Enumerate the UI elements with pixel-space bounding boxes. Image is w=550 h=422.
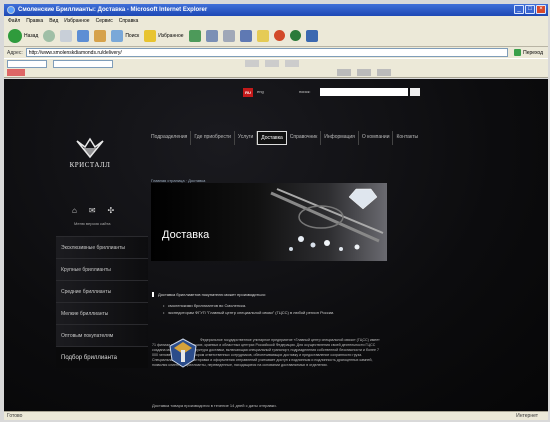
menu-view[interactable]: Вид <box>49 18 58 24</box>
refresh-icon[interactable] <box>77 29 90 42</box>
back-arrow-icon <box>8 28 22 43</box>
minimize-button[interactable]: _ <box>514 5 524 14</box>
zone-indicator: Интернет <box>516 413 538 419</box>
back-label: Назад <box>24 32 39 39</box>
nav-about[interactable]: О компании <box>359 131 394 145</box>
close-button[interactable]: × <box>536 5 546 14</box>
star-icon <box>144 29 157 42</box>
search-button[interactable]: Поиск <box>111 29 140 42</box>
toolbar-field[interactable] <box>53 59 113 68</box>
toolbar-widget-5[interactable] <box>357 69 371 76</box>
site-search-label: поиск: <box>299 89 311 94</box>
toolbar-widget-4[interactable] <box>337 69 351 76</box>
folder-icon[interactable] <box>256 29 269 42</box>
menu-favorites[interactable]: Избранное <box>64 18 89 24</box>
content-area: Доставка бриллиантов покупателю может пр… <box>152 292 384 408</box>
diamond-tweezers-image <box>270 188 384 251</box>
menu-tools[interactable]: Сервис <box>96 18 113 24</box>
site-topstrip: RU eng поиск: <box>4 85 548 99</box>
menu-file[interactable]: Файл <box>8 18 20 24</box>
research-icon[interactable] <box>289 30 301 41</box>
site-logo[interactable]: КРИСТАЛЛ <box>60 137 120 195</box>
lang-ru-button[interactable]: RU <box>243 88 253 97</box>
toolbar-search-input[interactable] <box>7 59 47 68</box>
go-arrow-icon <box>514 49 522 56</box>
window-title: Смоленские Бриллианты: Доставка - Micros… <box>18 7 208 13</box>
mail-link-icon[interactable]: ✉ <box>89 206 96 215</box>
menu-edit[interactable]: Правка <box>26 18 43 24</box>
links-toolbar <box>4 58 548 68</box>
lang-eng-link[interactable]: eng <box>257 89 264 94</box>
crown-logo-icon <box>76 137 104 159</box>
edit-icon[interactable] <box>239 29 252 42</box>
status-text: Готово <box>7 413 23 419</box>
sidebar-item-medium[interactable]: Средние бриллианты <box>56 280 148 302</box>
maximize-button[interactable]: □ <box>525 5 535 14</box>
intro-text: Доставка бриллиантов покупателю может пр… <box>152 292 384 297</box>
nav-divisions[interactable]: Подразделения <box>148 131 192 145</box>
nav-services[interactable]: Услуги <box>235 131 258 145</box>
address-bar: Адрес: http://www.smolenskdiamonds.ru/de… <box>4 47 548 58</box>
search-label: Поиск <box>125 32 140 39</box>
status-bar: Готово Интернет <box>4 411 548 420</box>
print-icon[interactable] <box>222 29 235 42</box>
sidebar-item-selection[interactable]: Подбор бриллианта <box>56 346 148 368</box>
toolbar-widget-3[interactable] <box>285 60 299 67</box>
delivery-time-note: Доставка товара производится в течение 1… <box>152 403 277 408</box>
toolbar-widget-1[interactable] <box>245 60 259 67</box>
go-label: Переход <box>523 49 543 56</box>
toolbar-widget-6[interactable] <box>377 69 391 76</box>
site-sidebar: Эксклюзивные бриллианты Крупные бриллиан… <box>56 236 148 368</box>
history-icon[interactable] <box>188 29 201 42</box>
gcss-emblem-icon <box>169 338 197 368</box>
logo-text: КРИСТАЛЛ <box>69 161 111 169</box>
list-item: смоленскими бриллиантов во Смоленска. <box>163 303 384 308</box>
sidebar-item-exclusive[interactable]: Эксклюзивные бриллианты <box>56 236 148 258</box>
site-search-button[interactable] <box>410 88 420 96</box>
nav-reference[interactable]: Справочник <box>287 131 322 145</box>
sitemap-icon[interactable]: ✣ <box>108 206 115 215</box>
favorites-label: Избранное <box>158 32 184 39</box>
mail-icon[interactable] <box>205 29 218 42</box>
secondary-toolbar <box>4 68 548 78</box>
util-link[interactable]: Меню версия сайта <box>74 221 110 226</box>
delivery-options-list: смоленскими бриллиантов во Смоленска. эк… <box>163 303 384 315</box>
search-icon <box>111 29 124 42</box>
page-title: Доставка <box>162 229 210 241</box>
site-top-nav: Подразделения Где приобрести Услуги Дост… <box>148 131 421 145</box>
nav-information[interactable]: Информация <box>321 131 359 145</box>
back-button[interactable]: Назад <box>8 28 39 43</box>
nav-delivery[interactable]: Доставка <box>257 131 287 145</box>
menu-bar: Файл Правка Вид Избранное Сервис Справка <box>4 16 548 25</box>
forward-arrow-icon[interactable] <box>43 29 56 42</box>
menu-help[interactable]: Справка <box>119 18 139 24</box>
window-titlebar: Смоленские Бриллианты: Доставка - Micros… <box>4 4 548 16</box>
yandex-logo-icon[interactable] <box>7 69 25 76</box>
sidebar-item-small[interactable]: Мелкие бриллианты <box>56 302 148 324</box>
utility-icons: ⌂ ✉ ✣ <box>72 206 114 215</box>
messenger-icon[interactable] <box>273 30 285 41</box>
stop-icon[interactable] <box>60 29 73 42</box>
favorites-button[interactable]: Избранное <box>144 29 184 42</box>
list-item: экспедиторам ФГУП "Главный центр специал… <box>163 310 384 315</box>
go-button[interactable]: Переход <box>511 49 546 56</box>
sidebar-item-wholesale[interactable]: Оптовым покупателям <box>56 324 148 346</box>
nav-where-to-buy[interactable]: Где приобрести <box>191 131 235 145</box>
window-controls: _ □ × <box>514 5 546 14</box>
page-viewport: RU eng поиск: КРИСТАЛЛ ⌂ ✉ ✣ Меню версия… <box>4 79 548 411</box>
address-label: Адрес: <box>7 49 23 56</box>
home-link-icon[interactable]: ⌂ <box>72 206 77 215</box>
address-input[interactable]: http://www.smolenskdiamonds.ru/delivery/ <box>25 48 509 57</box>
standard-toolbar: Назад Поиск Избранное <box>4 25 548 47</box>
site-search-input[interactable] <box>320 88 408 96</box>
hero-banner: Доставка <box>151 183 387 261</box>
ie-icon <box>7 6 15 14</box>
toolbar-widget-2[interactable] <box>265 60 279 67</box>
tools-icon[interactable] <box>305 29 318 42</box>
home-icon[interactable] <box>94 29 107 42</box>
nav-contacts[interactable]: Контакты <box>393 131 421 145</box>
sidebar-item-large[interactable]: Крупные бриллианты <box>56 258 148 280</box>
